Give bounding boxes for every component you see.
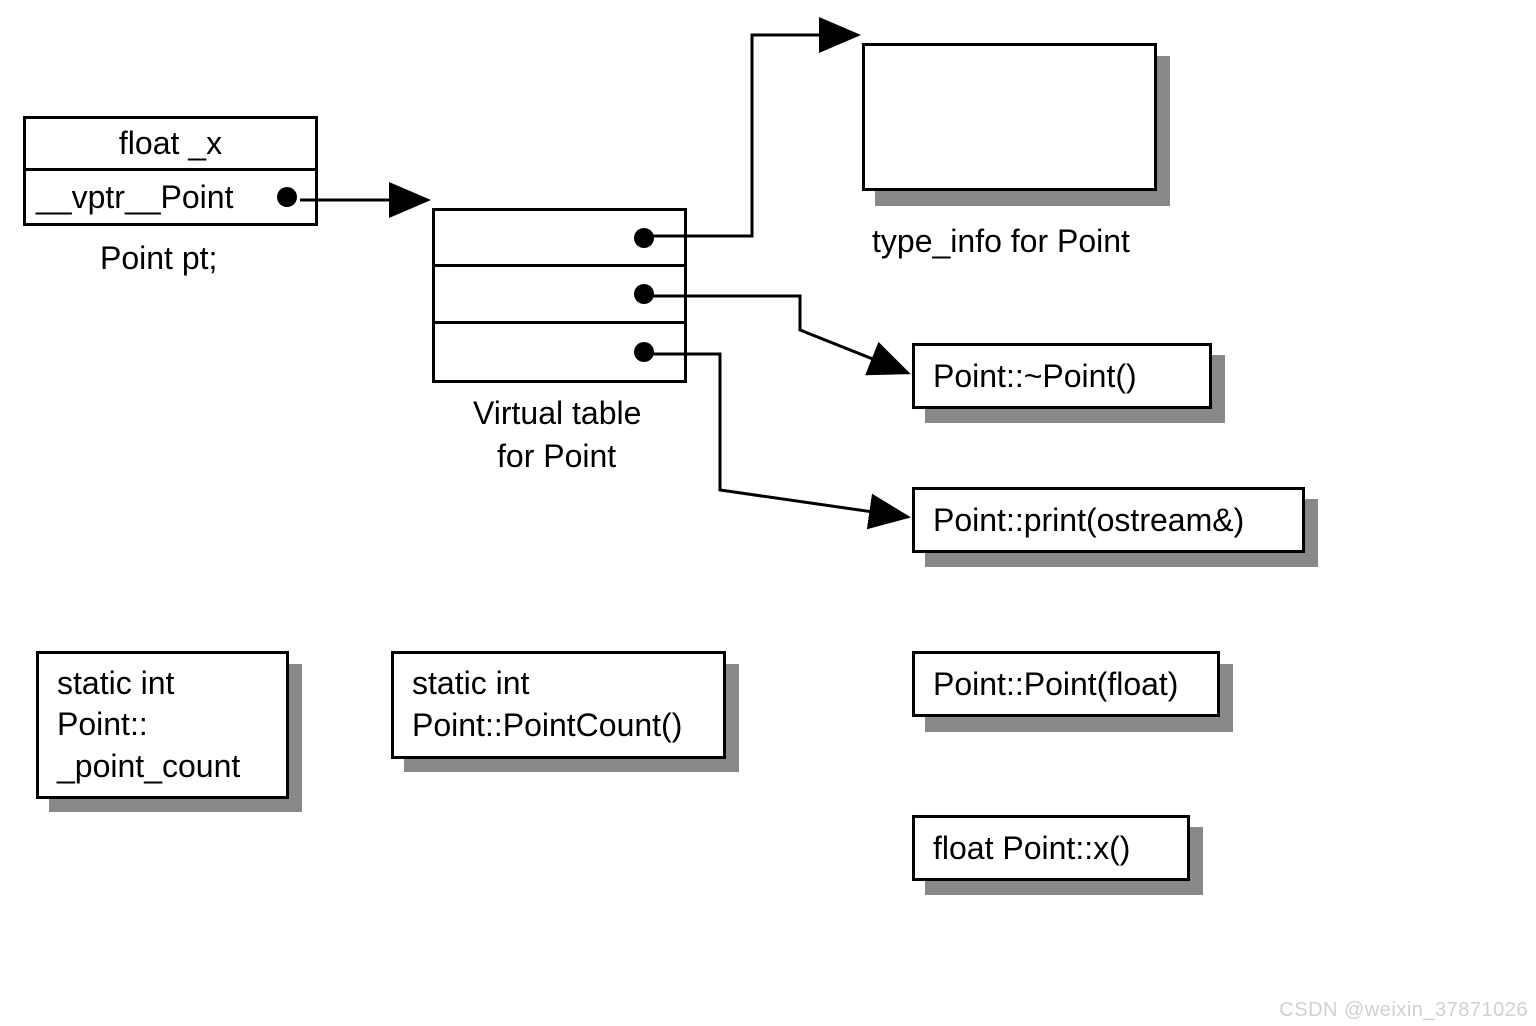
typeinfo-caption: type_info for Point [872, 223, 1130, 260]
object-field2-text: __vptr__Point [36, 179, 233, 216]
object-field1-text: float _x [119, 125, 222, 162]
point-count-l2: Point:: [57, 704, 148, 746]
object-caption: Point pt; [100, 240, 217, 277]
point-count-l3: _point_count [57, 746, 240, 788]
vtable-box [432, 208, 687, 383]
pointcountfn-box: static int Point::PointCount() [391, 651, 726, 759]
ctor-text: Point::Point(float) [933, 666, 1178, 703]
object-field-floatx: float _x [26, 119, 315, 171]
vtable-caption1: Virtual table [473, 395, 641, 432]
vtable-dot0-icon [634, 228, 654, 248]
ctor-box: Point::Point(float) [912, 651, 1220, 717]
vtable-row-2 [435, 324, 684, 380]
xfn-box: float Point::x() [912, 815, 1190, 881]
vtable-dot2-icon [634, 342, 654, 362]
object-field-vptr: __vptr__Point [26, 171, 315, 223]
print-box: Point::print(ostream&) [912, 487, 1305, 553]
point-count-box: static int Point:: _point_count [36, 651, 289, 799]
object-box: float _x __vptr__Point [23, 116, 318, 226]
vtable-row-1 [435, 267, 684, 323]
watermark: CSDN @weixin_37871026 [1279, 999, 1528, 1022]
xfn-text: float Point::x() [933, 830, 1130, 867]
pointcountfn-l2: Point::PointCount() [412, 705, 682, 747]
vptr-dot-icon [277, 187, 297, 207]
dtor-text: Point::~Point() [933, 358, 1137, 395]
pointcountfn-l1: static int [412, 663, 529, 705]
dtor-box: Point::~Point() [912, 343, 1212, 409]
typeinfo-box [862, 43, 1157, 191]
vtable-row-0 [435, 211, 684, 267]
point-count-l1: static int [57, 663, 174, 705]
vtable-dot1-icon [634, 284, 654, 304]
print-text: Point::print(ostream&) [933, 502, 1244, 539]
vtable-caption2: for Point [497, 438, 616, 475]
